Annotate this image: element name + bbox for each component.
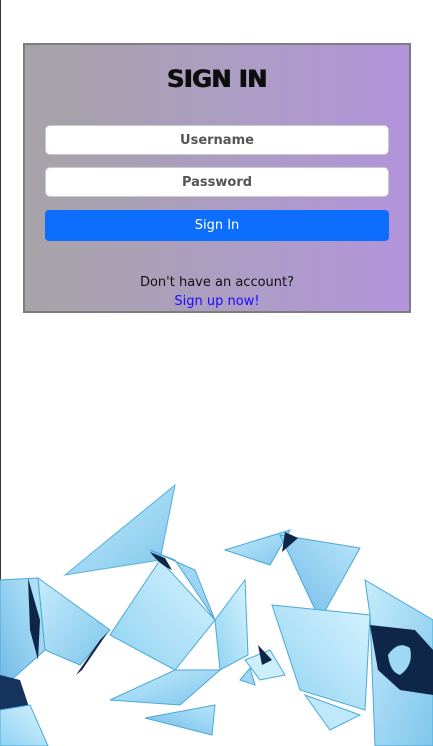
shard	[0, 704, 49, 746]
password-input[interactable]	[45, 167, 389, 197]
sign-in-card: SIGN IN Sign In Don't have an account? S…	[23, 43, 411, 313]
shard	[214, 578, 249, 671]
shard	[144, 704, 216, 736]
sign-in-button[interactable]: Sign In	[45, 210, 389, 241]
shard	[109, 559, 216, 671]
signup-prompt: Don't have an account?	[139, 275, 295, 290]
shard	[271, 604, 371, 711]
username-input[interactable]	[45, 125, 389, 155]
shard	[109, 669, 222, 706]
glass-shards-illustration	[0, 483, 433, 746]
sign-in-title: SIGN IN	[167, 65, 267, 93]
login-page: SIGN IN Sign In Don't have an account? S…	[0, 0, 433, 746]
shard	[37, 576, 111, 666]
signup-link[interactable]: Sign up now!	[25, 294, 409, 309]
